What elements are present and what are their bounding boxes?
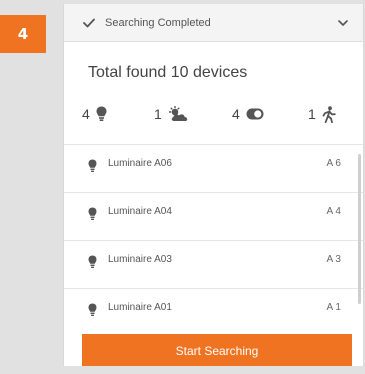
bulb-icon [96, 106, 107, 121]
device-search-panel: Searching Completed Total found 10 devic… [63, 4, 364, 366]
switch-count: 4 [232, 102, 264, 126]
switch-icon [246, 108, 264, 120]
chevron-down-icon[interactable] [337, 17, 349, 29]
device-address: A 3 [326, 254, 341, 265]
device-list-item[interactable]: Luminaire A03 A 3 [64, 240, 363, 282]
search-status-header[interactable]: Searching Completed [64, 4, 363, 42]
bulb-icon [88, 159, 97, 172]
device-list: Luminaire A06 A 6 Luminaire A04 A 4 Lumi… [64, 144, 363, 366]
device-name: Luminaire A06 [108, 158, 172, 169]
device-name: Luminaire A01 [108, 302, 172, 313]
daylight-sensor-count: 1 [154, 102, 190, 126]
step-number: 4 [17, 25, 29, 43]
motion-icon [322, 105, 336, 123]
bulb-icon [88, 255, 97, 268]
daylight-sensor-count-value: 1 [154, 106, 162, 122]
device-type-counts: 4 1 4 1 [82, 102, 344, 126]
device-name: Luminaire A03 [108, 254, 172, 265]
device-list-item[interactable]: Luminaire A06 A 6 [64, 144, 363, 186]
bulb-icon [88, 303, 97, 316]
motion-sensor-count: 1 [308, 102, 336, 126]
motion-sensor-count-value: 1 [308, 106, 316, 122]
device-address: A 6 [326, 158, 341, 169]
device-list-item[interactable]: Luminaire A01 A 1 [64, 288, 363, 330]
device-list-scrollbar[interactable] [358, 154, 361, 304]
bulb-icon [88, 207, 97, 220]
luminaire-count: 4 [82, 102, 107, 126]
device-address: A 1 [326, 302, 341, 313]
device-address: A 4 [326, 206, 341, 217]
device-name: Luminaire A04 [108, 206, 172, 217]
daylight-icon [168, 106, 188, 121]
devices-found-summary: Total found 10 devices [88, 64, 248, 81]
switch-count-value: 4 [232, 106, 240, 122]
step-number-badge: 4 [0, 15, 46, 53]
device-list-item[interactable]: Luminaire A04 A 4 [64, 192, 363, 234]
luminaire-count-value: 4 [82, 106, 90, 122]
checkmark-icon [82, 16, 96, 30]
start-searching-button[interactable]: Start Searching [82, 334, 352, 366]
search-status-title: Searching Completed [105, 16, 211, 29]
